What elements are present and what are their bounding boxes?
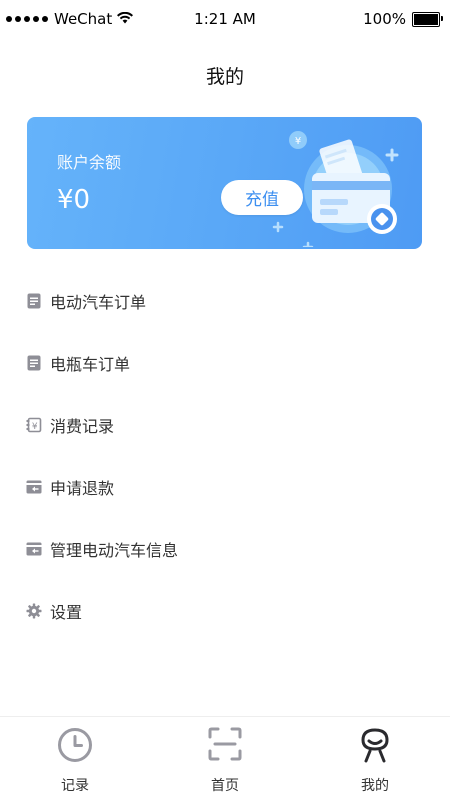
receipt-yuan-icon: ¥ bbox=[26, 417, 42, 433]
svg-text:¥: ¥ bbox=[32, 422, 38, 432]
menu-item-ev-orders[interactable]: 电动汽车订单 bbox=[0, 270, 450, 332]
refund-card-icon bbox=[26, 479, 42, 495]
page-title: 我的 bbox=[205, 66, 244, 88]
balance-amount: ¥0 bbox=[57, 185, 91, 215]
menu-item-label: 消费记录 bbox=[50, 417, 115, 436]
menu-list: 电动汽车订单 电瓶车订单 ¥ 消费记录 申请退款 管理电动汽车信息 设置 bbox=[0, 270, 450, 642]
recharge-button[interactable]: 充值 bbox=[221, 180, 303, 215]
menu-item-consumption-records[interactable]: ¥ 消费记录 bbox=[0, 394, 450, 456]
menu-item-label: 申请退款 bbox=[50, 479, 115, 498]
status-bar-right: 100% bbox=[363, 10, 443, 28]
balance-card: ¥ 账户余额 ¥0 充值 bbox=[27, 117, 422, 249]
menu-item-manage-ev-info[interactable]: 管理电动汽车信息 bbox=[0, 518, 450, 580]
menu-item-label: 设置 bbox=[50, 603, 83, 622]
balance-label: 账户余额 bbox=[57, 153, 122, 172]
clock-icon bbox=[57, 727, 93, 767]
battery-percent: 100% bbox=[363, 10, 406, 28]
status-bar: WeChat 1:21 AM 100% bbox=[0, 0, 450, 40]
battery-icon bbox=[412, 11, 443, 27]
profile-icon bbox=[358, 727, 392, 769]
menu-item-label: 管理电动汽车信息 bbox=[50, 541, 179, 560]
tab-label: 记录 bbox=[61, 778, 89, 794]
tab-mine[interactable]: 我的 bbox=[300, 717, 450, 801]
menu-item-ebike-orders[interactable]: 电瓶车订单 bbox=[0, 332, 450, 394]
tab-records[interactable]: 记录 bbox=[0, 717, 150, 801]
scan-icon bbox=[208, 727, 242, 765]
svg-text:¥: ¥ bbox=[295, 136, 301, 147]
document-icon bbox=[26, 293, 42, 309]
manage-card-icon bbox=[26, 541, 42, 557]
menu-item-label: 电动汽车订单 bbox=[50, 293, 147, 312]
menu-item-apply-refund[interactable]: 申请退款 bbox=[0, 456, 450, 518]
tab-home[interactable]: 首页 bbox=[150, 717, 300, 801]
menu-item-label: 电瓶车订单 bbox=[50, 355, 131, 374]
document-icon bbox=[26, 355, 42, 371]
tab-label: 我的 bbox=[361, 778, 389, 794]
bottom-tab-bar: 记录 首页 我的 bbox=[0, 716, 450, 801]
gear-icon bbox=[26, 603, 42, 619]
menu-item-settings[interactable]: 设置 bbox=[0, 580, 450, 642]
tab-label: 首页 bbox=[211, 778, 239, 794]
